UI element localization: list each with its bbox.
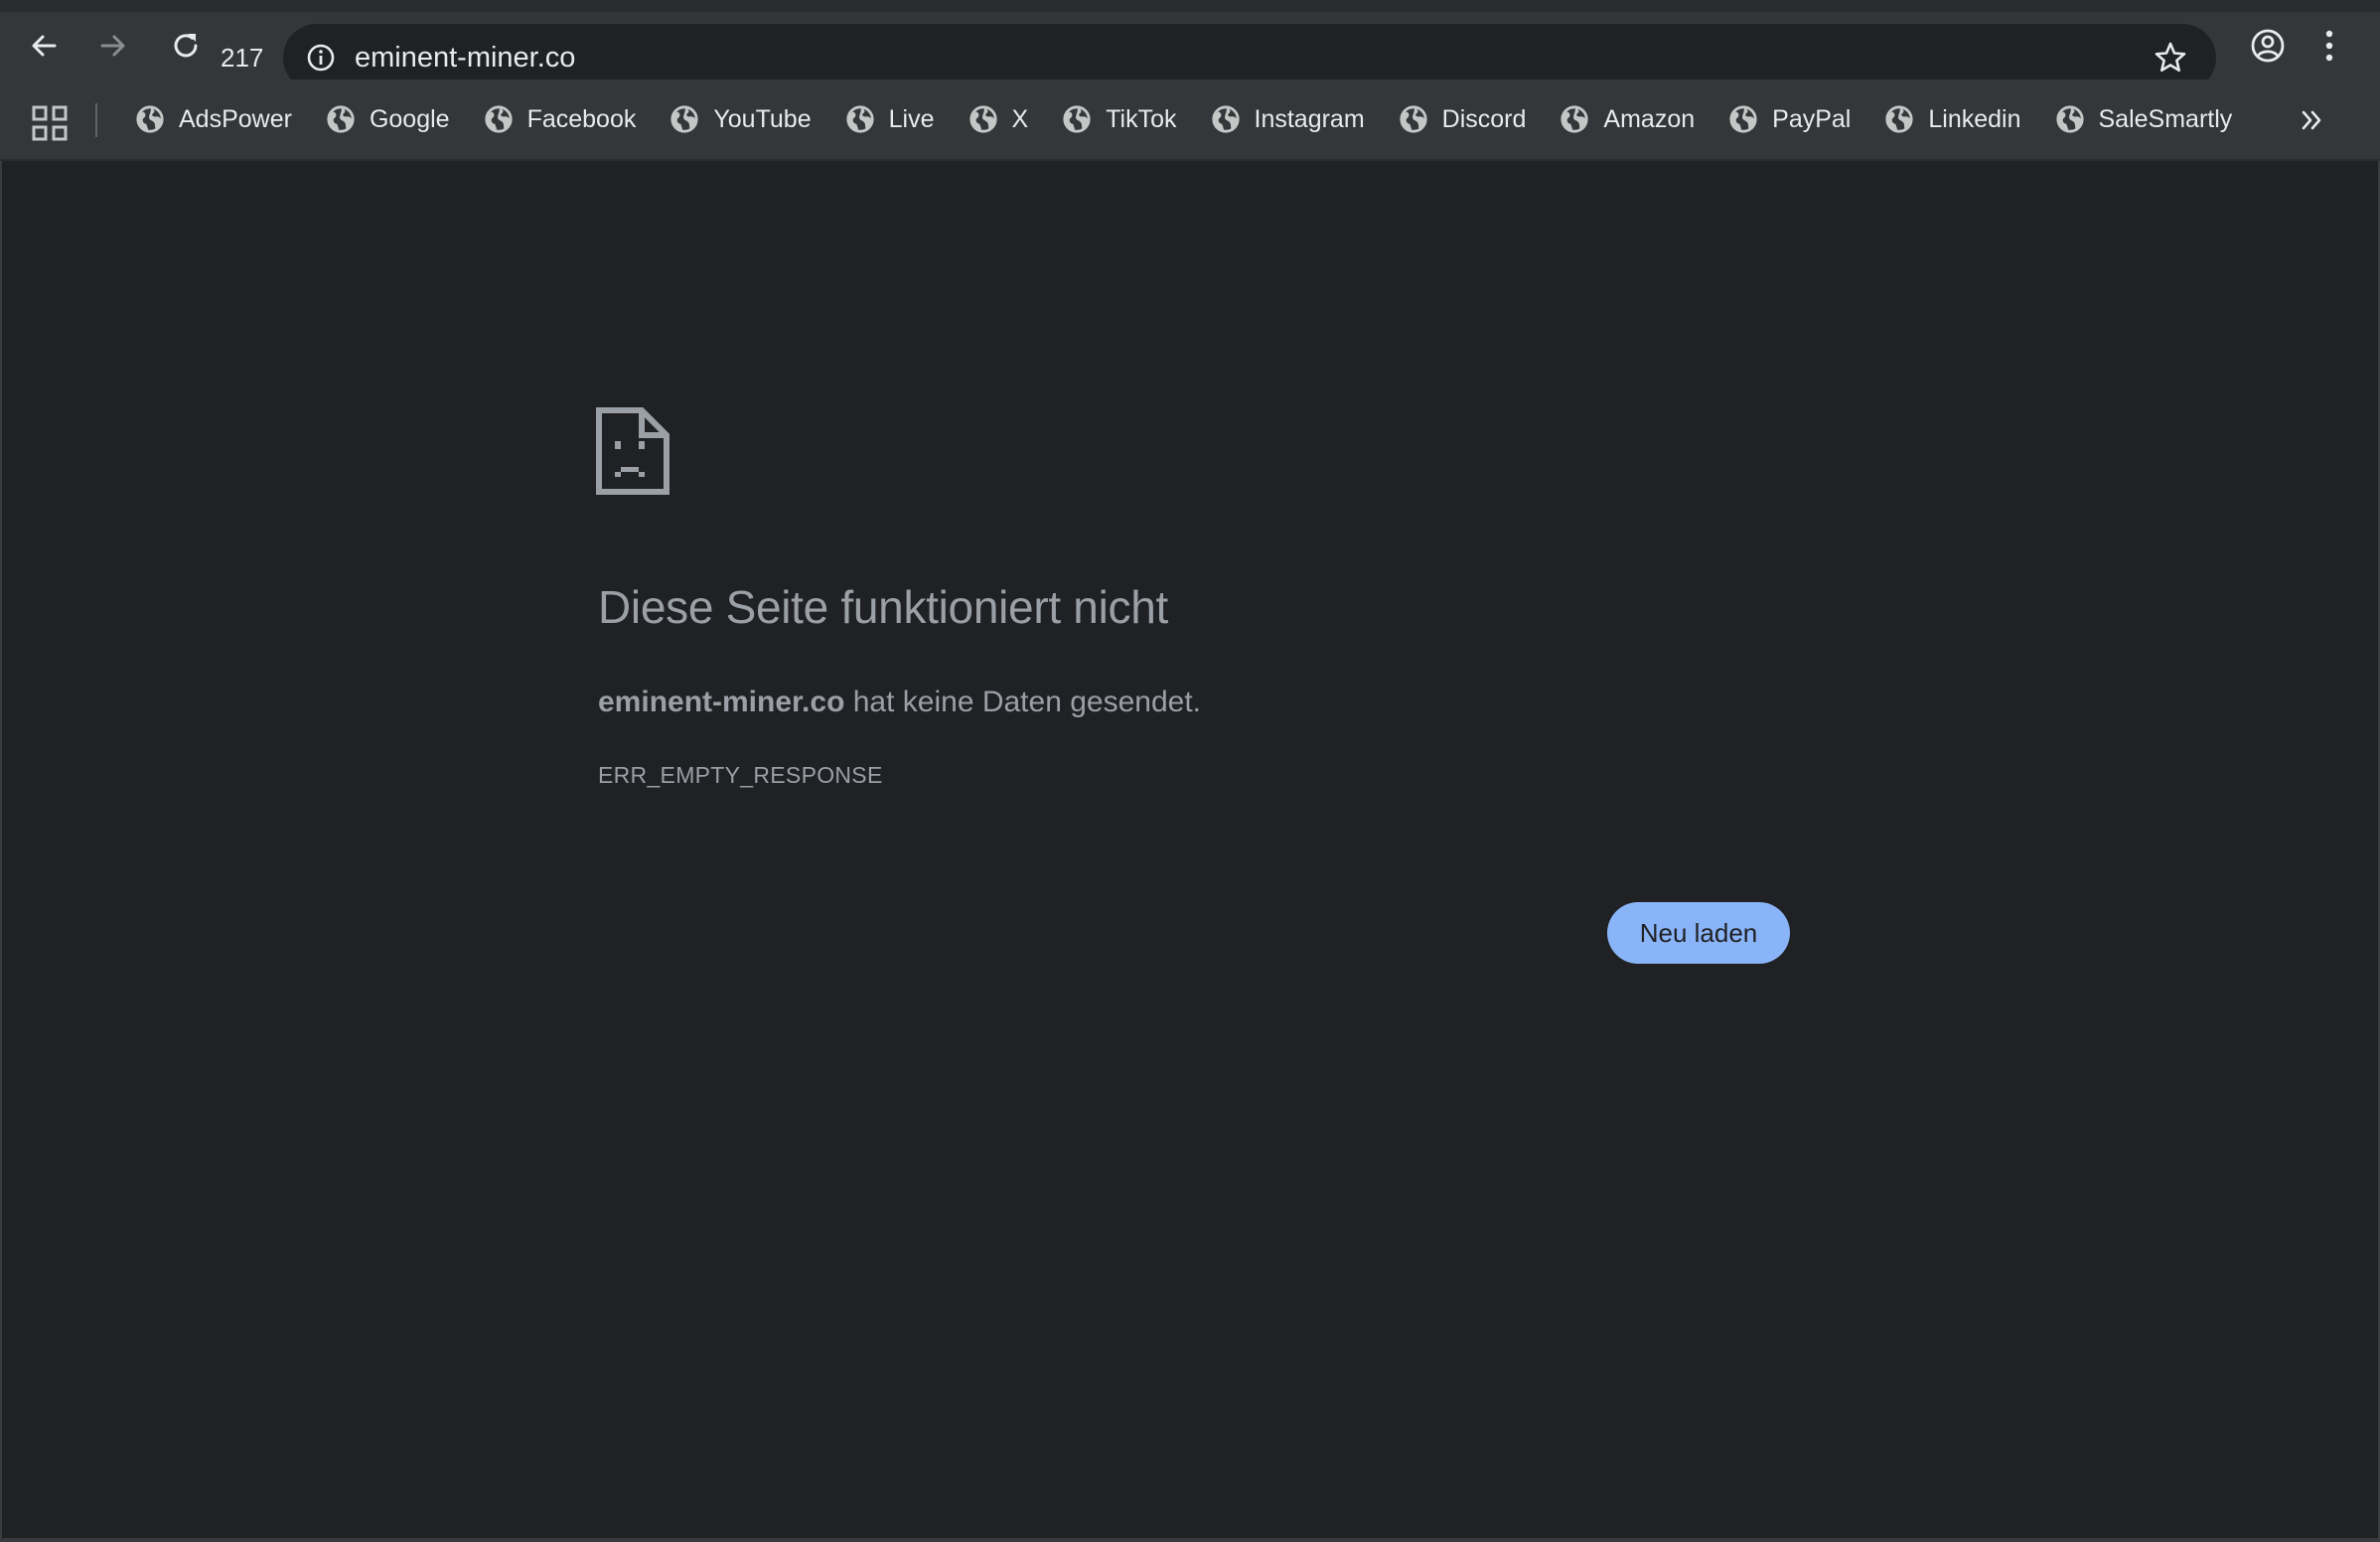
bookmarks-separator bbox=[95, 103, 97, 137]
arrow-right-icon bbox=[100, 35, 125, 57]
globe-icon bbox=[1884, 104, 1914, 134]
bookmark-live[interactable]: Live bbox=[835, 91, 945, 147]
profile-icon bbox=[2251, 29, 2285, 63]
globe-icon bbox=[1728, 104, 1758, 134]
globe-icon bbox=[1062, 104, 1092, 134]
error-description-text: hat keine Daten gesendet. bbox=[844, 686, 1201, 718]
bookmarks-bar: AdsPower Google Facebook YouTube Live X bbox=[0, 79, 2380, 161]
error-description: eminent-miner.co hat keine Daten gesende… bbox=[598, 686, 1201, 719]
bookmark-label: Amazon bbox=[1603, 104, 1696, 133]
arrow-left-icon bbox=[32, 35, 57, 57]
window-frame bbox=[0, 0, 2380, 12]
bookmark-paypal[interactable]: PayPal bbox=[1718, 91, 1860, 147]
bookmark-instagram[interactable]: Instagram bbox=[1201, 91, 1375, 147]
forward-button[interactable] bbox=[83, 16, 143, 76]
bookmark-amazon[interactable]: Amazon bbox=[1550, 91, 1705, 147]
globe-icon bbox=[484, 104, 514, 134]
globe-icon bbox=[2055, 104, 2085, 134]
info-icon bbox=[307, 44, 335, 72]
bookmark-label: AdsPower bbox=[179, 104, 292, 133]
globe-icon bbox=[326, 104, 356, 134]
bookmark-label: PayPal bbox=[1772, 104, 1852, 133]
bookmark-adspower[interactable]: AdsPower bbox=[125, 91, 302, 147]
sad-document-icon bbox=[596, 407, 669, 495]
bookmark-x[interactable]: X bbox=[959, 91, 1039, 147]
bookmark-label: Live bbox=[888, 104, 935, 133]
bookmark-label: SaleSmartly bbox=[2098, 104, 2233, 133]
apps-grid-icon bbox=[32, 105, 68, 141]
bookmark-label: X bbox=[1011, 104, 1029, 133]
bookmark-label: Linkedin bbox=[1928, 104, 2021, 133]
bookmark-star-button[interactable] bbox=[2147, 34, 2194, 81]
bookmark-label: Instagram bbox=[1254, 104, 1365, 133]
error-code: ERR_EMPTY_RESPONSE bbox=[598, 762, 883, 788]
globe-icon bbox=[135, 104, 165, 134]
bookmark-label: TikTok bbox=[1106, 104, 1177, 133]
error-title: Diese Seite funktioniert nicht bbox=[598, 581, 1168, 633]
back-button[interactable] bbox=[14, 16, 74, 76]
bookmark-label: Facebook bbox=[526, 104, 637, 133]
bookmark-google[interactable]: Google bbox=[316, 91, 460, 147]
browser-window: 217 eminent-miner.co AdsPower Google Fac… bbox=[0, 0, 2380, 1542]
bookmark-facebook[interactable]: Facebook bbox=[474, 91, 647, 147]
globe-icon bbox=[845, 104, 875, 134]
bookmark-list: AdsPower Google Facebook YouTube Live X bbox=[125, 79, 2256, 159]
globe-icon bbox=[1399, 104, 1428, 134]
bookmark-label: YouTube bbox=[713, 104, 812, 133]
reload-page-button[interactable]: Neu laden bbox=[1607, 902, 1790, 964]
bookmark-tiktok[interactable]: TikTok bbox=[1052, 91, 1186, 147]
globe-icon bbox=[968, 104, 998, 134]
chevron-double-right-icon bbox=[2302, 110, 2321, 130]
globe-icon bbox=[669, 104, 699, 134]
star-icon bbox=[2155, 42, 2186, 73]
profile-button[interactable] bbox=[2238, 16, 2298, 76]
reload-icon bbox=[174, 34, 198, 58]
browser-menu-button[interactable] bbox=[2309, 16, 2349, 76]
globe-icon bbox=[1560, 104, 1589, 134]
bookmark-discord[interactable]: Discord bbox=[1389, 91, 1537, 147]
site-info-button[interactable] bbox=[297, 34, 345, 81]
more-bookmarks-button[interactable] bbox=[2291, 99, 2332, 141]
page-content: Diese Seite funktioniert nicht eminent-m… bbox=[0, 161, 2380, 1542]
bookmark-linkedin[interactable]: Linkedin bbox=[1874, 91, 2030, 147]
kebab-menu-icon bbox=[2325, 30, 2333, 62]
bookmark-label: Discord bbox=[1441, 104, 1527, 133]
tab-counter[interactable]: 217 bbox=[221, 30, 263, 85]
bookmark-youtube[interactable]: YouTube bbox=[660, 91, 820, 147]
reload-button[interactable] bbox=[156, 16, 216, 76]
error-host: eminent-miner.co bbox=[598, 686, 845, 718]
apps-button[interactable] bbox=[30, 103, 70, 143]
globe-icon bbox=[1211, 104, 1241, 134]
bookmark-label: Google bbox=[369, 104, 450, 133]
browser-toolbar: 217 eminent-miner.co bbox=[0, 12, 2380, 91]
bookmark-salesmartly[interactable]: SaleSmartly bbox=[2045, 91, 2243, 147]
